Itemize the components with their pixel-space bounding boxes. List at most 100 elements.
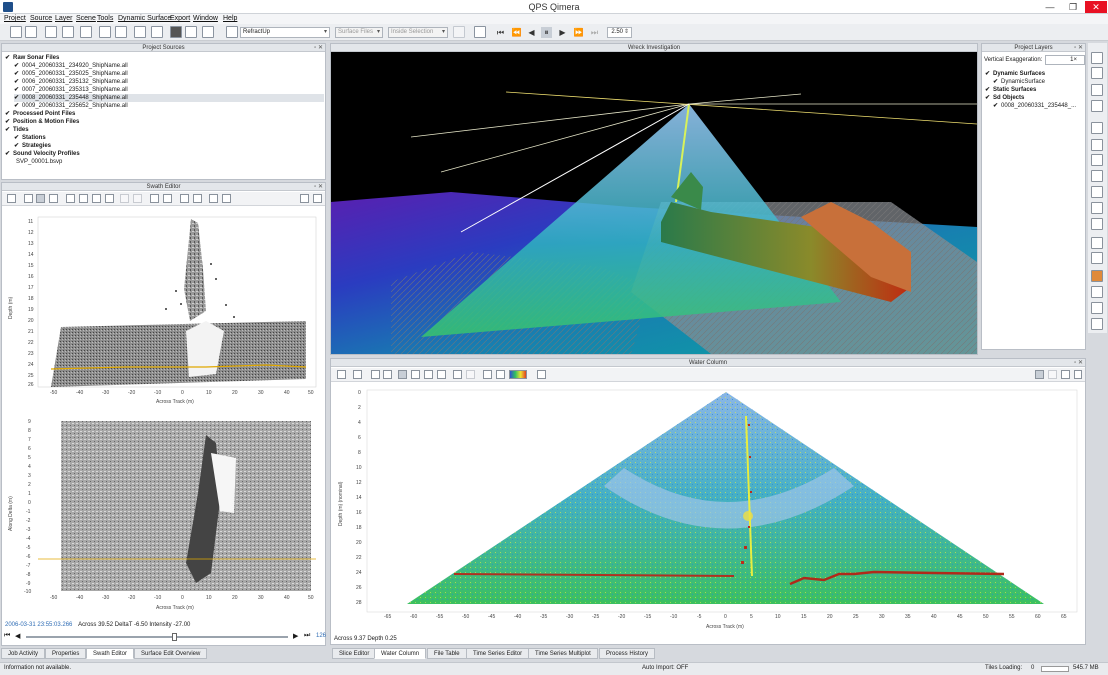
reset-view-icon[interactable] [1091,318,1103,330]
lasso-select-icon[interactable] [1091,170,1103,182]
step-forward-icon[interactable]: ▶ [293,632,298,640]
accept-icon[interactable] [163,194,172,203]
cube-icon[interactable] [1091,302,1103,314]
water-column-plot[interactable]: Depth (m) (nominal) Across Track (m) 0 2… [334,386,1082,634]
tab-time-series-multiplot[interactable]: Time Series Multiplot [528,648,598,659]
menu-tools[interactable]: Tools [97,15,113,22]
poly-select-icon[interactable] [424,370,433,379]
layer-sd-object-item[interactable]: ✔ 0008_20060331_235448_... [993,102,1076,110]
sphere-icon[interactable] [1091,286,1103,298]
refresh-icon[interactable] [115,26,127,38]
redo-icon[interactable] [133,194,142,203]
process-icon[interactable] [134,26,146,38]
tree-file-item[interactable]: ✔ 0007_20060331_235313_ShipName.all [14,86,324,94]
skip-start-icon[interactable]: ⏮ [4,632,10,640]
tree-tides[interactable]: ✔ Tides [5,126,29,134]
fast-forward-icon[interactable]: ⏩ [573,27,584,38]
pointer-icon[interactable] [371,370,380,379]
ping-slider-track[interactable] [26,636,288,638]
undo-icon[interactable] [120,194,129,203]
workflow-combo[interactable]: RefractUp ▾ [240,27,330,38]
surfaces-combo[interactable]: Surface Files ▾ [335,27,383,38]
tree-file-item[interactable]: ✔ 0006_20060331_235132_ShipName.all [14,78,324,86]
layout-icon[interactable] [1061,370,1070,379]
speed-spinbox[interactable]: 2.50 ⇕ [607,27,632,38]
view-3d-icon[interactable] [1091,100,1103,112]
menu-window[interactable]: Window [193,15,218,22]
measure-icon[interactable] [1091,252,1103,264]
step-back-icon[interactable]: ◀ [15,632,20,640]
step-back-icon[interactable]: ◀ [526,27,537,38]
workflow-icon[interactable] [226,26,238,38]
layer-dynamic-surface[interactable]: ✔ DynamicSurface [993,78,1045,86]
menu-layer[interactable]: Layer [55,15,73,22]
close-button[interactable]: ✕ [1085,1,1107,13]
slice-icon[interactable] [1091,186,1103,198]
panel-controls-icon[interactable]: ▫ ✕ [314,44,323,51]
tab-file-table[interactable]: File Table [427,648,467,659]
pointer-icon[interactable] [36,194,45,203]
selection-combo[interactable]: Inside Selection ▾ [388,27,448,38]
layer-sd-objects[interactable]: ✔ Sd Objects [985,94,1024,102]
tab-slice-editor[interactable]: Slice Editor [332,648,377,659]
menu-scene[interactable]: Scene [76,15,96,22]
tree-file-item[interactable]: ✔ 0005_20060331_235025_ShipName.all [14,70,324,78]
step-forward-icon[interactable]: ▶ [557,27,568,38]
swath-delta-plot[interactable]: Along Delta (m) Across Track (m) 9 8 7 6… [6,413,322,613]
settings-icon[interactable] [1074,370,1082,379]
minimize-button[interactable]: — [1039,1,1061,13]
tab-time-series-editor[interactable]: Time Series Editor [466,648,530,659]
layer-static-surfaces[interactable]: ✔ Static Surfaces [985,86,1036,94]
pause-icon[interactable]: ⏸ [541,27,552,38]
3d-scene-view[interactable] [331,52,977,354]
tree-position-motion[interactable]: ✔ Position & Motion Files [5,118,79,126]
filter-tool-icon[interactable] [202,26,214,38]
menu-project[interactable]: Project [4,15,26,22]
panel-controls-icon[interactable]: ▫ ✕ [1074,44,1083,51]
star-tool-icon[interactable] [1091,218,1103,230]
open-project-icon[interactable] [25,26,37,38]
filter-icon[interactable] [453,26,465,38]
tree-svp-file[interactable]: SVP_00001.bsvp [16,158,62,166]
select-lasso-icon[interactable] [92,194,101,203]
skip-end-icon[interactable]: ⏭ [589,27,600,38]
ping-slider-thumb[interactable] [172,633,177,641]
export-selection-icon[interactable] [209,194,218,203]
select-rect-icon[interactable] [79,194,88,203]
tab-process-history[interactable]: Process History [599,648,656,659]
grid-view-icon[interactable] [1091,52,1103,64]
flag-icon[interactable] [180,194,189,203]
zoom-icon[interactable] [49,194,58,203]
save-icon[interactable] [337,370,346,379]
rectangle-select-icon[interactable] [1091,139,1103,151]
save-icon[interactable] [7,194,16,203]
settings-icon[interactable] [313,194,322,203]
tree-processed[interactable]: ✔ Processed Point Files [5,110,75,118]
eraser-icon[interactable] [537,370,546,379]
tree-file-item[interactable]: ✔ 0004_20060331_234920_ShipName.all [14,62,324,70]
layer-dynamic-surfaces[interactable]: ✔ Dynamic Surfaces [985,70,1045,78]
tree-svp[interactable]: ✔ Sound Velocity Profiles [5,150,80,158]
select-tool-icon[interactable] [170,26,182,38]
skip-start-icon[interactable]: ⏮ [495,27,506,38]
layout-icon[interactable] [300,194,309,203]
lasso-select-icon[interactable] [437,370,446,379]
menu-export[interactable]: Export [170,15,190,22]
timeseries-icon[interactable] [1035,370,1044,379]
redo-icon[interactable] [466,370,475,379]
edit-tool-icon[interactable] [185,26,197,38]
rect-select-icon[interactable] [411,370,420,379]
tab-water-column[interactable]: Water Column [374,648,427,659]
pick-icon[interactable] [483,370,492,379]
tree-strategies[interactable]: ✔ Strategies [14,142,51,150]
colormap-dropdown[interactable] [509,370,527,379]
new-project-icon[interactable] [10,26,22,38]
eraser-icon[interactable] [66,194,75,203]
skip-end-icon[interactable]: ⏭ [304,632,310,640]
tree-raw-sonar[interactable]: ✔ Raw Sonar Files [5,54,59,62]
panel-controls-icon[interactable]: ▫ ✕ [314,183,323,190]
import-icon[interactable] [62,26,74,38]
maximize-button[interactable]: ❐ [1062,1,1084,13]
reject-icon[interactable] [150,194,159,203]
tab-job-activity[interactable]: Job Activity [1,648,46,659]
